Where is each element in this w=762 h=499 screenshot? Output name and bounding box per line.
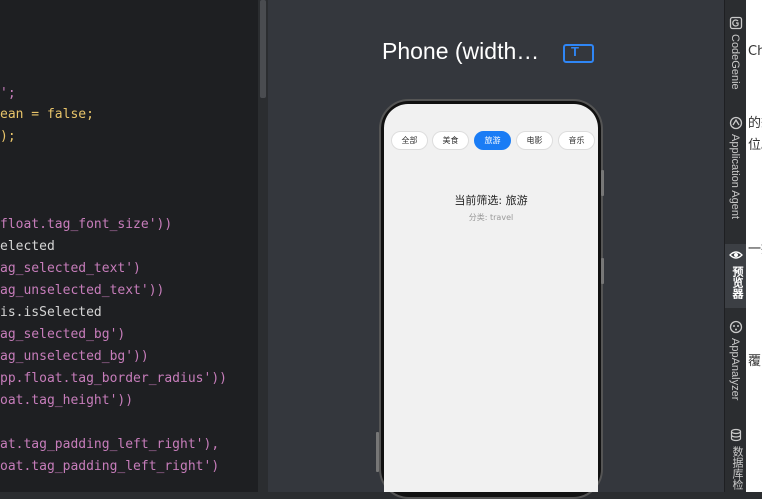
code-line: ag_unselected_bg'))	[0, 349, 149, 364]
tag-travel[interactable]: 旅游	[474, 131, 511, 150]
code-line: ag_unselected_text'))	[0, 283, 165, 298]
tool-previewer[interactable]: 预览器	[725, 244, 747, 308]
side-doc-panel: Ch 的想 位。 一提 覆	[746, 0, 762, 492]
device-title[interactable]: Phone (width…	[382, 38, 539, 65]
tool-label: AppAnalyzer	[729, 338, 741, 401]
badge-label: T	[571, 44, 579, 59]
tool-label: 预览器	[731, 266, 743, 299]
tag-music[interactable]: 音乐	[558, 131, 595, 150]
tool-window-strip: CodeGenie Application Agent 预览器 AppAnaly…	[724, 0, 747, 492]
code-editor[interactable]: '; ean = false; ); float.tag_font_size')…	[0, 0, 258, 492]
doc-fragment: 覆	[748, 354, 762, 369]
code-line: is.isSelected	[0, 305, 102, 320]
tool-database[interactable]: 数据库检	[725, 428, 747, 492]
tool-application-agent[interactable]: Application Agent	[725, 116, 747, 232]
code-line: );	[0, 129, 16, 144]
tag-all[interactable]: 全部	[391, 131, 428, 150]
code-line: ag_selected_bg')	[0, 327, 126, 342]
code-line: ';	[0, 86, 16, 101]
phone-side-button	[376, 432, 379, 472]
tool-codegenie[interactable]: CodeGenie	[725, 16, 747, 98]
phone-side-button	[601, 170, 604, 196]
code-line: oat.tag_padding_left_right')	[0, 459, 220, 474]
codegenie-icon	[729, 16, 743, 30]
phone-screen: 全部 美食 旅游 电影 音乐 当前筛选: 旅游 分类: travel	[384, 104, 598, 492]
code-line: ean = false;	[0, 107, 94, 123]
eye-icon	[729, 251, 743, 259]
scrollbar-thumb[interactable]	[260, 0, 266, 98]
code-line: ag_selected_text')	[0, 261, 141, 276]
code-line: elected	[0, 239, 55, 254]
database-icon	[730, 428, 742, 442]
phone-side-button	[601, 258, 604, 284]
analyzer-icon	[729, 320, 743, 334]
editor-scrollbar[interactable]	[258, 0, 268, 492]
tag-movie[interactable]: 电影	[516, 131, 553, 150]
code-line: oat.tag_height'))	[0, 393, 134, 408]
doc-fragment: 的想	[748, 116, 762, 131]
tool-appanalyzer[interactable]: AppAnalyzer	[725, 320, 747, 416]
text-mode-icon[interactable]: T	[563, 44, 594, 63]
tool-label: Application Agent	[729, 134, 741, 220]
code-line: pp.float.tag_border_radius'))	[0, 371, 227, 386]
agent-icon	[729, 116, 743, 130]
current-filter-text: 当前筛选: 旅游	[454, 194, 528, 207]
code-token: ean = false;	[0, 107, 94, 122]
tool-label: CodeGenie	[729, 34, 741, 90]
code-line: at.tag_padding_left_right'),	[0, 437, 220, 452]
doc-fragment: 位。	[748, 138, 762, 153]
category-text: 分类: travel	[468, 213, 514, 222]
code-line: float.tag_font_size'))	[0, 217, 173, 232]
tool-label: 数据库检	[731, 446, 743, 490]
tag-food[interactable]: 美食	[432, 131, 469, 150]
doc-fragment: 一提	[748, 242, 762, 257]
doc-fragment: Ch	[748, 44, 762, 59]
tag-bar: 全部 美食 旅游 电影 音乐	[384, 128, 598, 154]
